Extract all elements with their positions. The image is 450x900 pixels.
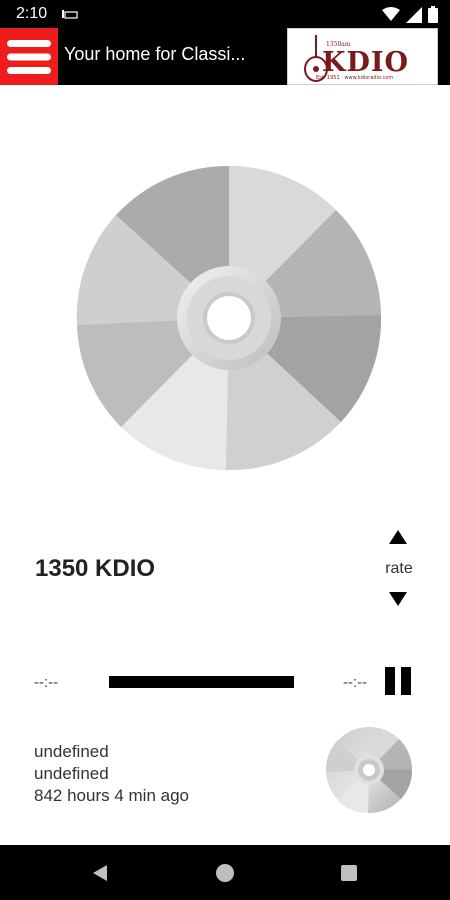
status-time: 2:10 [16, 5, 48, 22]
track-art-cd-icon [325, 726, 413, 814]
signal-icon [406, 6, 422, 23]
wifi-icon [382, 7, 400, 21]
station-logo: 1350am KDIO Est. 1951 · www.kdioradio.co… [287, 28, 438, 85]
app-screen: 2:10 Your home for Classi... 1350am KDIO… [0, 0, 450, 900]
back-icon[interactable] [92, 864, 108, 882]
logo-wordmark: KDIO [322, 47, 410, 78]
pause-button[interactable] [383, 666, 413, 696]
app-bar: Your home for Classi... 1350am KDIO Est.… [0, 28, 450, 85]
notification-icon [62, 10, 78, 19]
recents-icon[interactable] [341, 865, 357, 881]
time-elapsed: --:-- [34, 674, 59, 691]
battery-icon [428, 6, 438, 23]
rate-up-arrow-icon[interactable] [386, 527, 410, 547]
progress-bar[interactable] [109, 676, 294, 688]
rate-label: rate [385, 560, 413, 577]
home-icon[interactable] [216, 864, 234, 882]
station-name: 1350 KDIO [35, 555, 156, 582]
track-played-ago: 842 hours 4 min ago [34, 786, 189, 805]
album-art-cd-icon [76, 165, 382, 471]
pause-icon [385, 667, 395, 695]
rate-down-arrow-icon[interactable] [386, 589, 410, 609]
track-artist: undefined [34, 764, 109, 783]
app-title: Your home for Classi... [64, 44, 246, 64]
logo-footer: Est. 1951 · www.kdioradio.com [316, 75, 394, 81]
menu-button[interactable] [0, 28, 58, 85]
hamburger-menu-icon [7, 39, 51, 74]
status-bar: 2:10 [0, 0, 450, 28]
time-remaining: --:-- [343, 674, 368, 691]
system-nav-bar [0, 845, 450, 900]
track-info: undefined undefined 842 hours 4 min ago [34, 741, 189, 807]
track-title: undefined [34, 742, 109, 761]
